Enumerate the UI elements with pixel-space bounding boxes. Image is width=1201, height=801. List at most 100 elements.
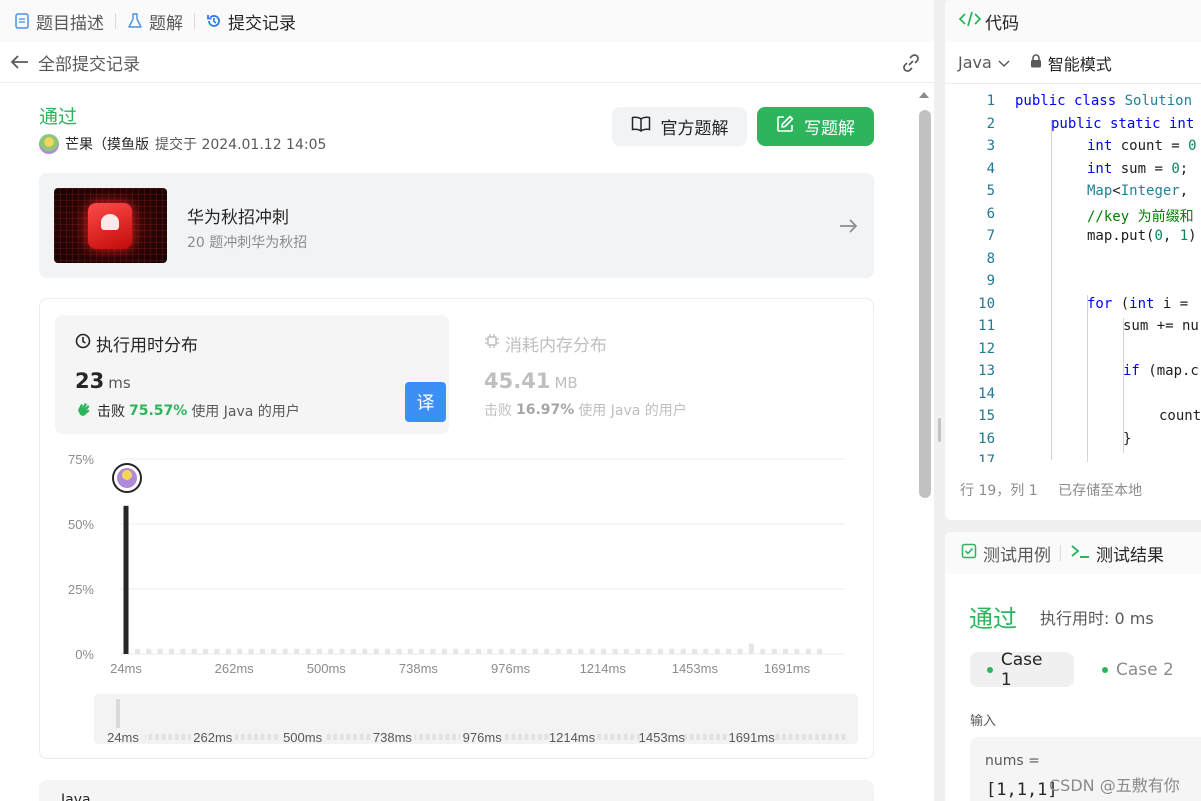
minor-bar	[203, 648, 209, 654]
tab-submissions[interactable]: 提交记录	[206, 9, 296, 34]
runtime-unit: ms	[108, 374, 131, 392]
minor-bar	[225, 648, 231, 654]
scrollbar-thumb[interactable]	[919, 110, 931, 498]
code-text: Map<Integer,	[1087, 183, 1189, 199]
memory-title[interactable]: 消耗内存分布	[484, 331, 607, 356]
all-submissions-link[interactable]: 全部提交记录	[38, 50, 140, 75]
minor-bar	[134, 648, 140, 654]
minor-bar	[157, 648, 163, 654]
minor-bar	[350, 648, 356, 654]
case-2-label: Case 2	[1116, 659, 1174, 680]
range-selector-overview[interactable]: 24ms 262ms 500ms 738ms 976ms 1214ms 1453ms 1691…	[94, 694, 858, 744]
range-bar	[359, 734, 364, 740]
range-bar	[260, 734, 265, 740]
avatar[interactable]	[39, 134, 59, 154]
line-number: 16	[978, 430, 995, 447]
minor-bar	[521, 648, 527, 654]
minor-bar	[612, 648, 618, 654]
tab-solutions[interactable]: 题解	[127, 9, 183, 34]
minor-bar	[373, 648, 379, 654]
line-number: 2	[986, 115, 995, 132]
minor-bar	[714, 648, 720, 654]
minor-bar	[532, 648, 538, 654]
range-bar	[425, 734, 430, 740]
range-bar	[841, 734, 846, 740]
range-bar	[531, 734, 536, 740]
highlight-bar	[123, 505, 129, 654]
tab-test-result[interactable]: 测试结果	[1096, 541, 1164, 566]
test-panel: 测试用例 测试结果 通过 执行用时: 0 ms Case 1 Case 2 输入…	[945, 532, 1201, 801]
checkbox-icon	[961, 543, 977, 564]
promo-title[interactable]: 华为秋招冲刺	[187, 203, 289, 228]
runtime-distribution-chart[interactable]: 75% 50% 25% 0% 24ms 262ms 500ms 738ms 976ms 1214m…	[50, 445, 860, 685]
save-status: 已存储至本地	[1058, 483, 1143, 499]
resize-handle[interactable]	[938, 418, 941, 442]
link-icon[interactable]	[900, 52, 922, 74]
minor-bar	[566, 648, 572, 654]
x-tick-label: 1214ms	[580, 661, 627, 676]
case-2-tab[interactable]: Case 2	[1085, 652, 1195, 687]
code-tab[interactable]: 代码	[945, 0, 1201, 42]
code-text: if (map.c	[1123, 363, 1199, 379]
tab-testcase[interactable]: 测试用例	[983, 541, 1051, 566]
smart-mode-toggle[interactable]: 智能模式	[1048, 51, 1112, 75]
range-bar	[438, 734, 443, 740]
minor-bar	[544, 648, 550, 654]
range-bar	[240, 734, 245, 740]
line-number: 4	[986, 160, 995, 177]
scroll-up-arrow[interactable]	[919, 92, 929, 98]
language-label: Java	[61, 792, 91, 801]
arrow-right-icon[interactable]	[838, 216, 858, 236]
promo-subtitle: 20 题冲刺华为秋招	[187, 235, 308, 251]
minor-bar	[271, 648, 277, 654]
minor-bar	[657, 648, 663, 654]
minor-bar	[339, 648, 345, 654]
flask-icon	[127, 13, 143, 29]
write-solution-button[interactable]: 写题解	[757, 107, 874, 146]
test-result-status: 通过	[969, 605, 1017, 633]
tab-description[interactable]: 题目描述	[14, 9, 104, 34]
range-bar	[828, 734, 833, 740]
left-tab-bar: 题目描述 题解 提交记录	[0, 0, 934, 42]
minor-bar	[328, 648, 334, 654]
input-label: 输入	[970, 714, 997, 729]
minor-bar	[555, 648, 561, 654]
lock-icon	[1030, 53, 1042, 72]
memory-unit: MB	[554, 374, 578, 392]
code-editor[interactable]: 1 public class Solution 2 public static int…	[945, 90, 1201, 462]
range-bar	[511, 734, 516, 740]
input-variable: nums =	[985, 753, 1040, 769]
official-solution-button[interactable]: 官方题解	[612, 107, 747, 146]
promo-card[interactable]	[39, 173, 874, 278]
line-number: 12	[978, 340, 995, 357]
y-tick-label: 0%	[75, 647, 94, 662]
minor-bar	[578, 648, 584, 654]
history-icon	[206, 13, 222, 29]
x-tick-label: 976ms	[491, 661, 531, 676]
runtime-title-label: 执行用时分布	[96, 336, 198, 356]
case-1-tab[interactable]: Case 1	[970, 650, 1074, 690]
input-value: [1,1,1]	[986, 780, 1058, 800]
range-bar	[617, 734, 621, 740]
back-arrow-icon[interactable]	[10, 52, 30, 72]
submitter-info: 芒果（摸鱼版 提交于 2024.01.12 14:05	[39, 134, 326, 154]
official-solution-label: 官方题解	[660, 119, 729, 139]
range-bar	[247, 734, 252, 740]
write-solution-label: 写题解	[804, 119, 855, 139]
chip-icon	[484, 333, 500, 354]
submitter-name[interactable]: 芒果（摸鱼版	[65, 134, 149, 154]
range-bar	[782, 734, 786, 740]
code-text: map.put(0, 1)	[1087, 228, 1197, 244]
submission-panel: 题目描述 题解 提交记录 全部提交记录 通过 芒果（摸鱼版 提交于 2024.0…	[0, 0, 934, 801]
runtime-beat-percent: 75.57%	[129, 403, 188, 419]
memory-beat-suffix: 使用 Java 的用户	[578, 403, 687, 419]
language-select[interactable]: Java	[958, 53, 992, 72]
chevron-down-icon[interactable]	[998, 53, 1010, 72]
minor-bar	[362, 648, 368, 654]
code-panel: 代码 Java 智能模式 1 public class Solution 2 publ…	[945, 0, 1201, 520]
minor-bar	[464, 648, 470, 654]
translate-button[interactable]: 译	[405, 382, 446, 422]
panel-divider[interactable]	[934, 0, 945, 801]
line-number: 10	[978, 295, 995, 312]
tab-submissions-label: 提交记录	[228, 13, 296, 34]
